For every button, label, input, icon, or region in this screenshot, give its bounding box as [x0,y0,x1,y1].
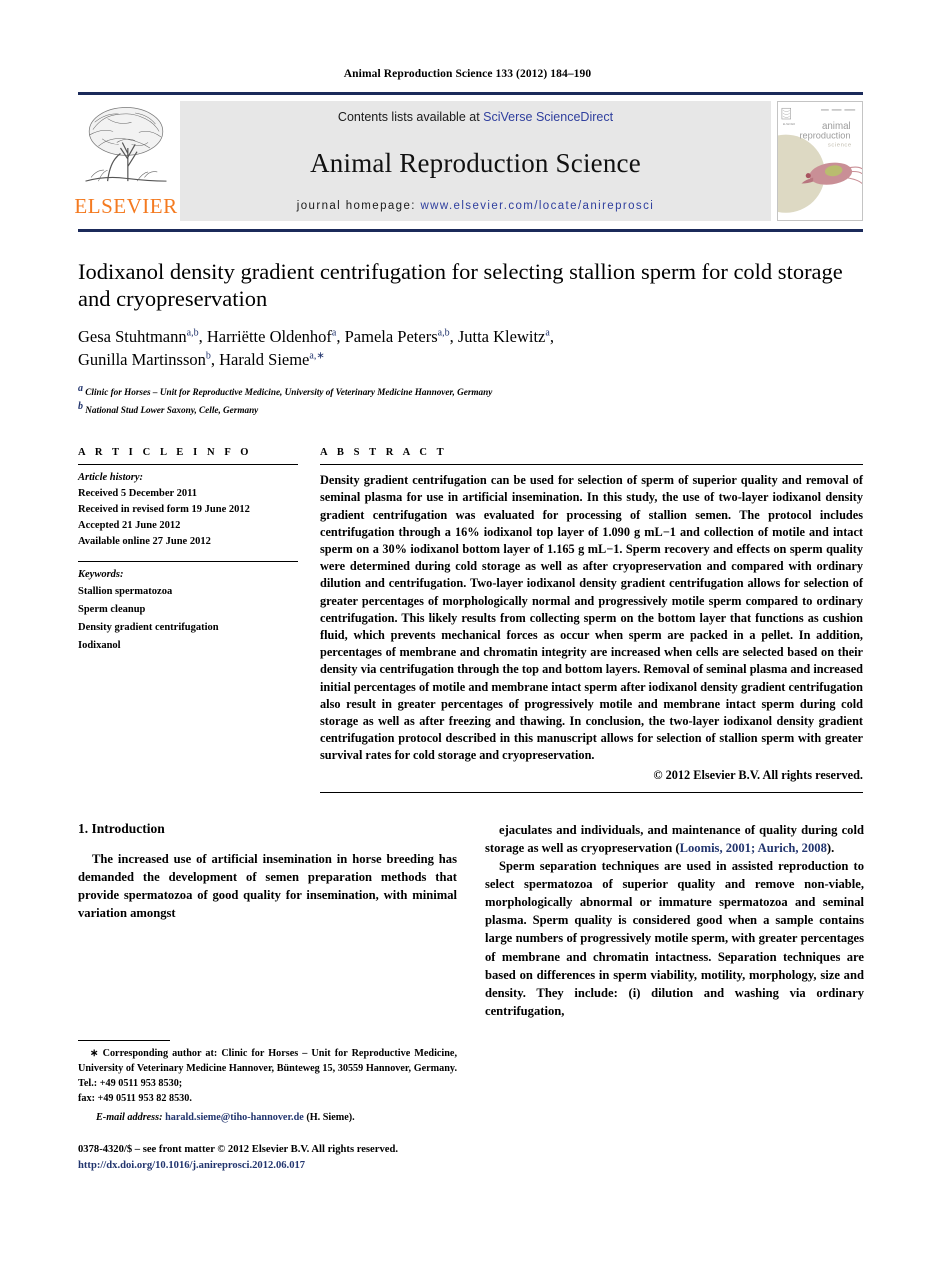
author-line-2: Gunilla Martinssonb, Harald Siemea,∗ [78,349,325,369]
journal-masthead: ELSEVIER Contents lists available at Sci… [74,92,863,221]
body-columns: 1. Introduction The increased use of art… [78,821,864,1020]
affiliation-marker: a [78,383,83,395]
footnote-rule [78,1040,170,1041]
corresponding-author-note: ∗ Corresponding author at: Clinic for Ho… [78,1046,457,1091]
author-name: Pamela Peters [344,326,438,346]
svg-text:ELSEVIER: ELSEVIER [783,123,795,126]
history-received: Received 5 December 2011 [78,487,198,499]
abstract-heading: A B S T R A C T [320,447,448,459]
journal-cover-thumbnail: ELSEVIER animal reproduction science [777,101,863,221]
sciencedirect-link[interactable]: SciVerse ScienceDirect [483,110,613,124]
history-revised: Received in revised form 19 June 2012 [78,503,250,515]
author-affiliation-marker: a [545,327,550,339]
abstract-text: Density gradient centrifugation can be u… [320,473,863,763]
abstract-bottom-rule [320,791,863,793]
body-column-left: 1. Introduction The increased use of art… [78,821,457,1020]
doi-link[interactable]: http://dx.doi.org/10.1016/j.anireprosci.… [78,1158,498,1174]
corresponding-author-marker: ∗ [90,1048,99,1059]
intro-paragraph-left: The increased use of artificial insemina… [78,851,457,921]
affiliation-a: a Clinic for Horses – Unit for Reproduct… [78,382,863,399]
svg-text:science: science [828,142,852,148]
article-info-heading: A R T I C L E I N F O [78,447,253,459]
affiliation-list: a Clinic for Horses – Unit for Reproduct… [78,382,863,417]
intro-paragraph-right-1: ejaculates and individuals, and maintena… [485,821,864,857]
keywords-rule [78,560,298,562]
running-head: Animal Reproduction Science 133 (2012) 1… [343,68,592,80]
page-title: Iodixanol density gradient centrifugatio… [78,259,843,312]
author-name: Jutta Klewitz [457,326,546,346]
author-affiliation-marker: a,b [437,327,450,339]
article-history-label: Article history: [78,472,144,484]
email-label: E-mail address: [96,1112,163,1124]
article-info-rule [78,464,298,466]
email-suffix: (H. Sieme). [306,1112,355,1124]
affiliation-text: National Stud Lower Saxony, Celle, Germa… [85,404,259,415]
journal-homepage-line: journal homepage: www.elsevier.com/locat… [297,200,654,212]
abstract-copyright: © 2012 Elsevier B.V. All rights reserved… [653,767,863,782]
elsevier-wordmark: ELSEVIER [74,194,178,218]
masthead-bottom-rule [78,229,863,232]
affiliation-b: b National Stud Lower Saxony, Celle, Ger… [78,400,863,417]
corresponding-author-text: Corresponding author at: Clinic for Hors… [78,1048,457,1090]
footnote-zone: ∗ Corresponding author at: Clinic for Ho… [78,1040,457,1126]
keyword-item: Density gradient centrifugation [78,621,219,633]
email-link[interactable]: harald.sieme@tiho-hannover.de [165,1112,304,1123]
journal-title: Animal Reproduction Science [310,147,641,178]
journal-band: Contents lists available at SciVerse Sci… [180,101,771,221]
author-name: Harald Sieme [219,349,310,369]
affiliation-marker: b [78,400,83,412]
article-history-group: Article history: Received 5 December 201… [78,470,298,550]
author-name: Harriëtte Oldenhof [206,326,332,346]
journal-homepage-link[interactable]: www.elsevier.com/locate/anireprosci [420,200,654,212]
keyword-item: Iodixanol [78,639,121,651]
affiliation-text: Clinic for Horses – Unit for Reproductiv… [85,387,493,398]
contents-prefix: Contents lists available at [337,110,484,124]
body-column-right: ejaculates and individuals, and maintena… [485,821,864,1020]
keywords-label: Keywords: [78,568,124,580]
author-line-1: Gesa Stuhtmanna,b, Harriëtte Oldenhofa, … [78,326,554,346]
author-affiliation-marker: a,b [186,327,199,339]
keyword-item: Sperm cleanup [78,603,146,615]
author-affiliation-marker: a [331,327,337,339]
author-affiliation-marker: b [205,350,211,362]
email-note: E-mail address: harald.sieme@tiho-hannov… [78,1110,457,1125]
article-info-column: A R T I C L E I N F O Article history: R… [78,447,320,655]
history-accepted: Accepted 21 June 2012 [78,519,181,531]
section-heading-introduction: 1. Introduction [78,820,165,836]
author-name: Gesa Stuhtmann [78,326,187,346]
title-block: Iodixanol density gradient centrifugatio… [78,258,863,417]
abstract-column: A B S T R A C T Density gradient centrif… [320,447,863,793]
citation-link[interactable]: Loomis, 2001; Aurich, 2008 [680,841,827,855]
paragraph-post-citation: ). [826,840,835,855]
homepage-prefix: journal homepage: [296,200,421,212]
history-online: Available online 27 June 2012 [78,535,211,547]
elsevier-tree-icon [85,107,167,182]
abstract-rule [320,464,863,466]
info-abstract-row: A R T I C L E I N F O Article history: R… [78,447,863,793]
author-list: Gesa Stuhtmanna,b, Harriëtte Oldenhofa, … [78,326,863,372]
intro-paragraph-right-2: Sperm separation techniques are used in … [485,858,864,1018]
imprint-block: 0378-4320/$ – see front matter © 2012 El… [78,1142,498,1174]
journal-cover-image: ELSEVIER animal reproduction science [778,103,862,219]
corresponding-author-marker: a,∗ [309,350,325,362]
svg-text:reproduction: reproduction [799,131,850,141]
issn-copyright-line: 0378-4320/$ – see front matter © 2012 El… [78,1144,398,1155]
article-page: Animal Reproduction Science 133 (2012) 1… [0,0,935,1266]
fax-line: fax: +49 0511 953 82 8530. [78,1093,192,1105]
contents-available-line: Contents lists available at SciVerse Sci… [338,110,613,124]
elsevier-logo: ELSEVIER [74,101,177,221]
keyword-item: Stallion spermatozoa [78,585,173,597]
author-name: Gunilla Martinsson [78,349,206,369]
keywords-group: Keywords: Stallion spermatozoa Sperm cle… [78,567,298,655]
